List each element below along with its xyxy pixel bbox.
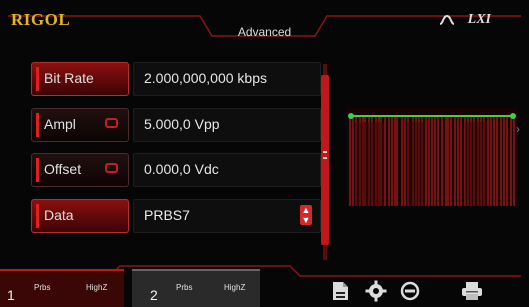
bit-rate-softkey[interactable]: Bit Rate [31,62,129,96]
status-bar: LXI [438,12,491,28]
ampl-label: Ampl [44,116,76,132]
data-value: PRBS7 [144,207,190,223]
bit-rate-row: Bit Rate 2.000,000,000 kbps [31,62,323,96]
accent-bar [36,158,39,182]
accent-bar [36,113,39,137]
data-row: Data PRBS7 ▲ ▼ [31,199,323,233]
channel-1-impedance: HighZ [86,283,108,292]
channel-1-number: 1 [7,287,15,303]
chevron-right-icon: › [516,122,520,136]
ampl-value: 5.000,0 Vpp [144,116,220,132]
right-marker-icon [510,113,516,119]
utility-icon[interactable] [398,280,422,302]
link-icon [105,118,118,128]
data-softkey[interactable]: Data [31,199,129,233]
left-marker-icon [348,113,354,119]
offset-field[interactable]: 0.000,0 Vdc [133,153,321,187]
channel-2-waveform: Prbs [176,283,193,292]
offset-value: 0.000,0 Vdc [144,161,219,177]
channel-1-waveform: Prbs [34,283,51,292]
data-label: Data [44,207,74,223]
ampl-field[interactable]: 5.000,0 Vpp [133,108,321,142]
printer-icon[interactable] [460,280,484,302]
link-icon [105,163,118,173]
ampl-row: Ampl 5.000,0 Vpp [31,108,323,142]
offset-label: Offset [44,161,82,177]
channel-1-tab[interactable]: Prbs HighZ 1 [0,269,124,307]
accent-bar [36,204,39,228]
bit-rate-field[interactable]: 2.000,000,000 kbps [133,62,321,96]
data-field[interactable]: PRBS7 ▲ ▼ [133,199,321,233]
accent-bar [36,67,39,91]
waveform-preview [347,108,517,206]
grip-icon [323,151,327,159]
bit-rate-value: 2.000,000,000 kbps [144,70,267,86]
channel-2-tab[interactable]: Prbs HighZ 2 [132,269,260,307]
offset-row: Offset 0.000,0 Vdc [31,153,323,187]
gear-icon[interactable] [364,280,388,302]
offset-softkey[interactable]: Offset [31,153,129,187]
scrollbar-thumb[interactable] [321,75,329,245]
app-frame: RIGOL Advanced LXI Bit Rate 2.000,000,00… [0,0,529,307]
file-icon[interactable] [328,280,352,302]
channel-2-impedance: HighZ [224,283,246,292]
wave-icon [439,14,454,25]
lxi-icon: LXI [467,12,491,27]
ampl-softkey[interactable]: Ampl [31,108,129,142]
up-down-spinner-icon[interactable]: ▲ ▼ [300,205,312,225]
channel-2-number: 2 [150,287,158,303]
bit-rate-label: Bit Rate [44,70,94,86]
